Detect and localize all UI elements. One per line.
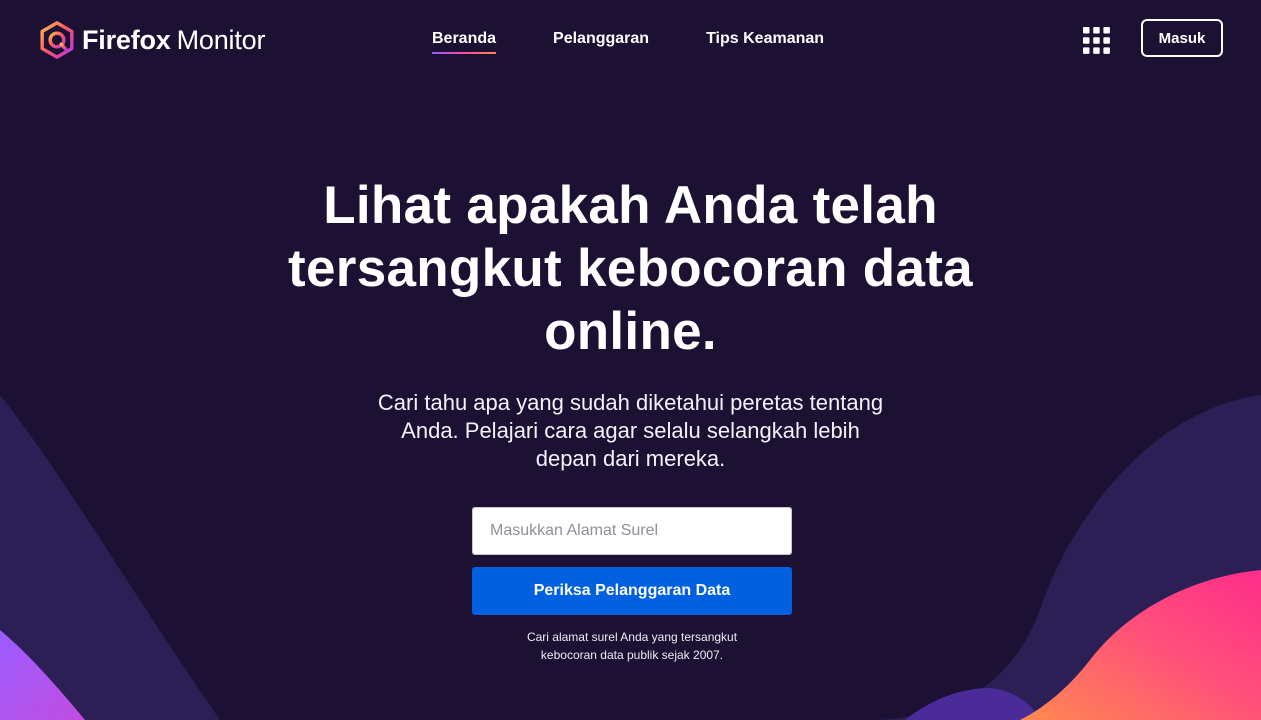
form-note: Cari alamat surel Anda yang tersangkut k…: [472, 628, 792, 664]
firefox-monitor-logo-icon: [40, 21, 74, 59]
form-note-line-1: Cari alamat surel Anda yang tersangkut: [526, 630, 738, 644]
site-header: Firefox Monitor Beranda Pelanggaran Tips …: [0, 0, 1261, 80]
nav-item-beranda[interactable]: Beranda: [432, 30, 497, 54]
logo-product-name: Monitor: [176, 24, 266, 55]
check-breaches-button[interactable]: Periksa Pelanggaran Data: [472, 567, 792, 615]
form-note-line-2: kebocoran data publik sejak 2007.: [540, 648, 724, 662]
hero-title: Lihat apakah Anda telah tersangkut keboc…: [288, 176, 973, 361]
apps-menu-button[interactable]: [1083, 27, 1110, 54]
email-input[interactable]: [472, 507, 792, 555]
hero-subtitle: Cari tahu apa yang sudah diketahui peret…: [377, 390, 884, 471]
logo-brand-name: Firefox: [82, 24, 171, 55]
sign-in-button[interactable]: Masuk: [1141, 19, 1223, 57]
logo-wordmark: Firefox Monitor: [82, 25, 265, 56]
breach-check-form: Periksa Pelanggaran Data Cari alamat sur…: [472, 507, 792, 664]
nav-item-pelanggaran[interactable]: Pelanggaran: [553, 30, 649, 54]
grid-apps-icon: [1083, 27, 1110, 54]
nav-item-tips-keamanan[interactable]: Tips Keamanan: [706, 30, 824, 54]
firefox-monitor-logo[interactable]: Firefox Monitor: [38, 20, 265, 60]
hero-section: Lihat apakah Anda telah tersangkut keboc…: [0, 174, 1261, 473]
main-navigation: Beranda Pelanggaran Tips Keamanan: [432, 30, 824, 54]
